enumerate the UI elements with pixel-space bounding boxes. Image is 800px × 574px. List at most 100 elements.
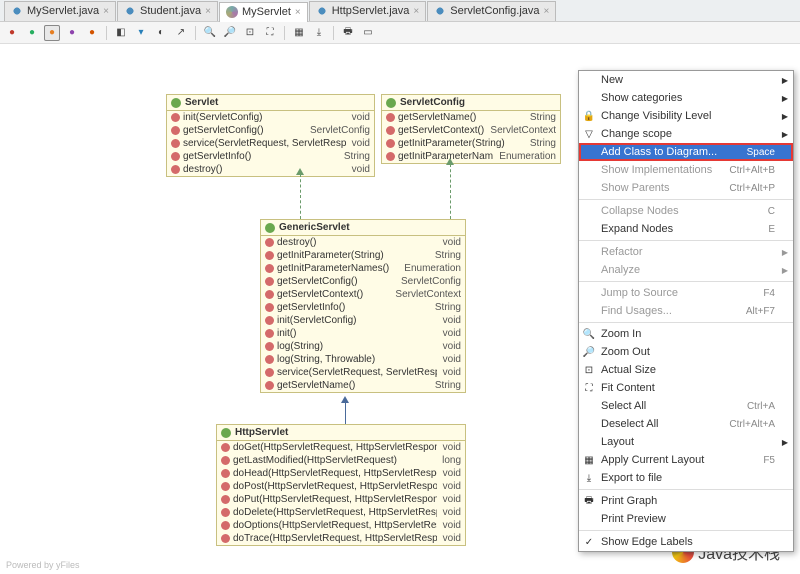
editor-tabs: MyServlet.java× Student.java× MyServlet×…	[0, 0, 800, 22]
method-icon	[265, 290, 274, 299]
uml-method[interactable]: getLastModified(HttpServletRequest)long	[217, 454, 465, 467]
uml-method[interactable]: destroy()void	[167, 163, 374, 176]
shortcut-label: Space	[747, 147, 775, 158]
menu-item-change-scope[interactable]: ▽Change scope▶	[579, 125, 793, 143]
menu-item-expand-nodes[interactable]: Expand NodesE	[579, 220, 793, 238]
uml-method[interactable]: getServletConfig()ServletConfig	[167, 124, 374, 137]
uml-method[interactable]: getServletName()String	[261, 379, 465, 392]
method-icon	[171, 126, 180, 135]
java-icon	[316, 5, 328, 17]
uml-method[interactable]: log(String, Throwable)void	[261, 353, 465, 366]
uml-method[interactable]: getServletContext()ServletContext	[261, 288, 465, 301]
menu-item-show-parents: Show ParentsCtrl+Alt+P	[579, 179, 793, 197]
method-icon	[265, 355, 274, 364]
uml-method[interactable]: doTrace(HttpServletRequest, HttpServletR…	[217, 532, 465, 545]
uml-class-servlet[interactable]: Servlet init(ServletConfig)voidgetServle…	[166, 94, 375, 177]
close-icon[interactable]: ×	[205, 6, 211, 17]
fit-button[interactable]: ⛶	[262, 25, 278, 41]
filter-button[interactable]: ▾	[133, 25, 149, 41]
uml-method[interactable]: doDelete(HttpServletRequest, HttpServlet…	[217, 506, 465, 519]
submenu-arrow-icon: ▶	[782, 112, 788, 121]
fields-button[interactable]: ●	[4, 25, 20, 41]
uml-method[interactable]: getInitParameterNames()Enumeration	[261, 262, 465, 275]
export-button[interactable]: ⤓	[311, 25, 327, 41]
shortcut-label: E	[768, 224, 775, 235]
uml-class-servletconfig[interactable]: ServletConfig getServletName()StringgetS…	[381, 94, 561, 164]
tab-httpservlet-java[interactable]: HttpServlet.java×	[309, 1, 427, 21]
menu-item-change-visibility-level[interactable]: 🔒Change Visibility Level▶	[579, 107, 793, 125]
properties-button[interactable]: ●	[64, 25, 80, 41]
tab-myservlet-java[interactable]: MyServlet.java×	[4, 1, 116, 21]
uml-method[interactable]: service(ServletRequest, ServletResponse)…	[261, 366, 465, 379]
uml-method[interactable]: getInitParameterNames()Enumeration	[382, 150, 560, 163]
uml-method[interactable]: init(ServletConfig)void	[261, 314, 465, 327]
method-icon	[221, 534, 230, 543]
uml-method[interactable]: getServletInfo()String	[261, 301, 465, 314]
menu-item-deselect-all[interactable]: Deselect AllCtrl+Alt+A	[579, 415, 793, 433]
interface-icon	[171, 98, 181, 108]
menu-item-layout[interactable]: Layout▶	[579, 433, 793, 451]
menu-item-show-edge-labels[interactable]: ✓Show Edge Labels	[579, 533, 793, 551]
uml-method[interactable]: init(ServletConfig)void	[167, 111, 374, 124]
submenu-arrow-icon: ▶	[782, 248, 788, 257]
uml-class-genericservlet[interactable]: GenericServlet destroy()voidgetInitParam…	[260, 219, 466, 393]
uml-method[interactable]: service(ServletRequest, ServletResponse)…	[167, 137, 374, 150]
submenu-arrow-icon: ▶	[782, 76, 788, 85]
class-icon	[221, 428, 231, 438]
scope-button[interactable]: ◐	[153, 25, 169, 41]
uml-class-httpservlet[interactable]: HttpServlet doGet(HttpServletRequest, Ht…	[216, 424, 466, 546]
method-icon	[265, 316, 274, 325]
menu-item-print-graph[interactable]: 🖶Print Graph	[579, 492, 793, 510]
preview-button[interactable]: ▭	[360, 25, 376, 41]
uml-method[interactable]: getServletName()String	[382, 111, 560, 124]
uml-method[interactable]: log(String)void	[261, 340, 465, 353]
actual-size-button[interactable]: ⊡	[242, 25, 258, 41]
uml-method[interactable]: getInitParameter(String)String	[382, 137, 560, 150]
menu-item-zoom-out[interactable]: 🔎Zoom Out	[579, 343, 793, 361]
uml-method[interactable]: getServletContext()ServletContext	[382, 124, 560, 137]
uml-method[interactable]: getServletInfo()String	[167, 150, 374, 163]
tab-servletconfig-java[interactable]: ServletConfig.java×	[427, 1, 556, 21]
close-icon[interactable]: ×	[413, 6, 419, 17]
method-icon	[265, 277, 274, 286]
menu-item-actual-size[interactable]: ⊡Actual Size	[579, 361, 793, 379]
menu-item-zoom-in[interactable]: 🔍Zoom In	[579, 325, 793, 343]
close-icon[interactable]: ×	[544, 6, 550, 17]
menu-item-fit-content[interactable]: ⛶Fit Content	[579, 379, 793, 397]
uml-method[interactable]: doPost(HttpServletRequest, HttpServletRe…	[217, 480, 465, 493]
java-icon	[11, 5, 23, 17]
uml-method[interactable]: getInitParameter(String)String	[261, 249, 465, 262]
menu-item-apply-current-layout[interactable]: ▦Apply Current LayoutF5	[579, 451, 793, 469]
menu-item-show-implementations: Show ImplementationsCtrl+Alt+B	[579, 161, 793, 179]
edge-button[interactable]: ↗	[173, 25, 189, 41]
ly-icon: ▦	[583, 454, 595, 466]
tab-myservlet-diagram[interactable]: MyServlet×	[219, 2, 308, 22]
menu-item-show-categories[interactable]: Show categories▶	[579, 89, 793, 107]
uml-method[interactable]: doHead(HttpServletRequest, HttpServletRe…	[217, 467, 465, 480]
java-icon	[124, 5, 136, 17]
uml-method[interactable]: getServletConfig()ServletConfig	[261, 275, 465, 288]
menu-item-add-class-to-diagram-[interactable]: Add Class to Diagram...Space	[579, 143, 793, 161]
uml-method[interactable]: doOptions(HttpServletRequest, HttpServle…	[217, 519, 465, 532]
layout-button[interactable]: ▦	[291, 25, 307, 41]
close-icon[interactable]: ×	[295, 7, 301, 18]
methods-button[interactable]: ●	[44, 25, 60, 41]
extends-arrow	[345, 402, 346, 424]
uml-method[interactable]: doPut(HttpServletRequest, HttpServletRes…	[217, 493, 465, 506]
uml-method[interactable]: destroy()void	[261, 236, 465, 249]
uml-method[interactable]: init()void	[261, 327, 465, 340]
print-button[interactable]: 🖶	[340, 25, 356, 41]
menu-item-select-all[interactable]: Select AllCtrl+A	[579, 397, 793, 415]
zoom-out-button[interactable]: 🔎	[222, 25, 238, 41]
inner-button[interactable]: ●	[84, 25, 100, 41]
shortcut-label: Ctrl+Alt+B	[729, 165, 775, 176]
uml-method[interactable]: doGet(HttpServletRequest, HttpServletRes…	[217, 441, 465, 454]
menu-item-print-preview[interactable]: Print Preview	[579, 510, 793, 528]
close-icon[interactable]: ×	[103, 6, 109, 17]
constructors-button[interactable]: ●	[24, 25, 40, 41]
menu-item-new[interactable]: New▶	[579, 71, 793, 89]
tab-student-java[interactable]: Student.java×	[117, 1, 218, 21]
zoom-in-button[interactable]: 🔍	[202, 25, 218, 41]
dep-button[interactable]: ◧	[113, 25, 129, 41]
menu-item-export-to-file[interactable]: ⤓Export to file	[579, 469, 793, 487]
